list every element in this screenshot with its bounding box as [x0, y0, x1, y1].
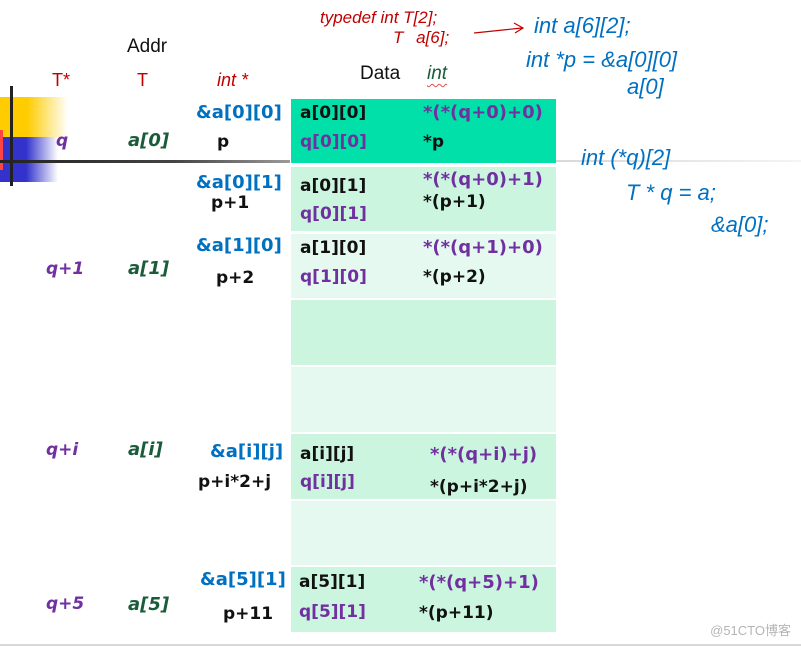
row-1-p: p+1	[211, 193, 250, 213]
row-i-p: p+i*2+j	[198, 472, 272, 492]
row-i-qelem: q[i][j]	[300, 472, 355, 492]
header-data: Data	[360, 63, 401, 84]
row-5-t: a[5]	[128, 594, 170, 615]
row-0-qelem: q[0][0]	[300, 132, 367, 152]
header-addr: Addr	[127, 36, 168, 57]
decl-q-init: T * q = a;	[626, 180, 716, 205]
row-0-expr: *(*(q+0)+0)	[423, 102, 543, 123]
row-5-qelem: q[5][1]	[299, 602, 366, 622]
row-5-deref: *(p+11)	[419, 603, 494, 623]
row-5-expr: *(*(q+5)+1)	[419, 572, 539, 593]
header-int: int	[427, 63, 448, 84]
row-5-q: q+5	[46, 594, 85, 614]
slide-ornament-vertical-line	[10, 86, 13, 186]
row-1-addr: &a[0][1]	[196, 172, 282, 193]
row-1-expr: *(*(q+0)+1)	[423, 169, 543, 190]
header-int-star: int *	[217, 70, 249, 90]
row-1-elem: a[0][1]	[300, 176, 367, 196]
row-i-deref: *(p+i*2+j)	[430, 477, 528, 497]
row-2-addr: &a[1][0]	[196, 235, 282, 256]
row-0-deref: *p	[423, 132, 445, 152]
row-2-q: q+1	[46, 259, 85, 279]
decl-q-type: int (*q)[2]	[581, 145, 671, 170]
memory-cell-6	[291, 501, 556, 565]
row-2-t: a[1]	[128, 258, 170, 279]
row-i-elem: a[i][j]	[300, 444, 355, 464]
decl-array: int a[6][2];	[534, 13, 631, 38]
typedef-line-1: typedef int T[2];	[320, 8, 438, 27]
row-0-p: p	[217, 132, 230, 152]
row-0-elem: a[0][0]	[300, 103, 367, 123]
row-2-p: p+2	[216, 268, 255, 288]
memory-cell-3	[291, 300, 556, 365]
arrow-icon	[474, 22, 525, 34]
header-t: T	[137, 70, 148, 90]
decl-p-alt: a[0]	[627, 74, 664, 99]
row-2-qelem: q[1][0]	[300, 267, 367, 287]
typedef-line-2: T a[6];	[393, 28, 450, 47]
slide-divider-line	[0, 160, 290, 163]
row-1-deref: *(p+1)	[423, 192, 486, 212]
row-2-elem: a[1][0]	[300, 238, 367, 258]
row-5-p: p+11	[223, 604, 274, 624]
row-5-elem: a[5][1]	[299, 572, 366, 592]
row-2-deref: *(p+2)	[423, 267, 486, 287]
row-0-addr: &a[0][0]	[196, 102, 282, 123]
row-0-q: q	[56, 131, 69, 151]
bottom-divider	[0, 644, 801, 646]
row-i-q: q+i	[46, 440, 79, 460]
row-1-qelem: q[0][1]	[300, 204, 367, 224]
header-t-star: T*	[52, 70, 70, 90]
row-5-addr: &a[5][1]	[200, 569, 286, 590]
memory-cell-4	[291, 367, 556, 432]
decl-p-init: int *p = &a[0][0]	[526, 47, 678, 72]
row-i-expr: *(*(q+i)+j)	[430, 444, 538, 465]
slide-ornament-red	[0, 130, 3, 170]
row-2-expr: *(*(q+1)+0)	[423, 237, 543, 258]
watermark: @51CTO博客	[710, 623, 791, 638]
row-i-t: a[i]	[128, 439, 163, 460]
row-0-t: a[0]	[128, 130, 170, 151]
row-i-addr: &a[i][j]	[210, 441, 284, 462]
decl-q-alt: &a[0];	[711, 212, 769, 237]
